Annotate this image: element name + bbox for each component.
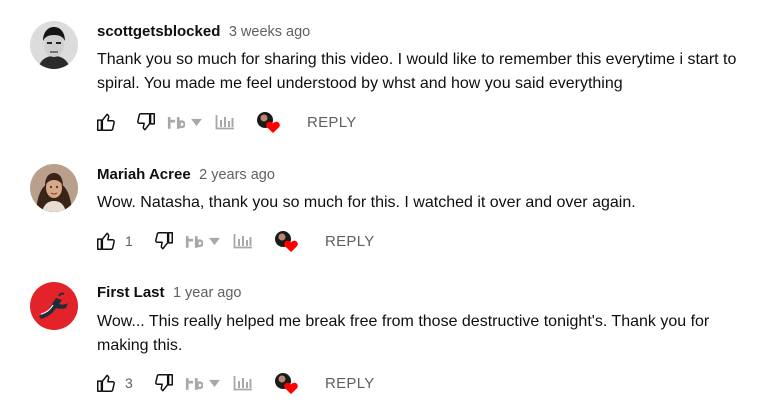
thumbs-up-icon — [95, 230, 117, 252]
comment-header: Mariah Acree 2 years ago — [97, 166, 275, 184]
reply-label: REPLY — [325, 374, 375, 392]
like-count: 1 — [125, 233, 133, 249]
creator-heart[interactable] — [274, 229, 300, 253]
comment-header: First Last 1 year ago — [97, 284, 242, 302]
creator-heart[interactable] — [274, 371, 300, 395]
tubebuddy-button[interactable] — [167, 110, 202, 134]
stats-button[interactable] — [215, 110, 235, 134]
creator-heart-icon — [257, 112, 280, 133]
comment-text: Wow... This really helped me break free … — [97, 313, 710, 354]
dislike-button[interactable] — [135, 110, 157, 134]
bar-chart-icon — [233, 233, 253, 249]
reply-button[interactable]: REPLY — [307, 110, 357, 134]
thumbs-down-icon — [153, 372, 175, 394]
avatar[interactable] — [30, 164, 78, 212]
comment-timestamp[interactable]: 2 years ago — [199, 167, 275, 183]
comment-text: Thank you so much for sharing this video… — [97, 51, 737, 92]
comment-timestamp[interactable]: 1 year ago — [173, 285, 242, 301]
comment-thread: Mariah Acree 2 years ago Wow. Natasha, t… — [0, 150, 768, 270]
tubebuddy-button[interactable] — [185, 371, 220, 395]
tubebuddy-icon — [185, 376, 203, 391]
stats-button[interactable] — [233, 229, 253, 253]
author-name[interactable]: First Last — [97, 284, 165, 301]
caret-down-icon — [209, 237, 220, 246]
stats-button[interactable] — [233, 371, 253, 395]
author-name[interactable]: scottgetsblocked — [97, 23, 220, 40]
thumbs-down-icon — [135, 111, 157, 133]
reply-button[interactable]: REPLY — [325, 371, 375, 395]
dislike-button[interactable] — [153, 371, 175, 395]
comment-timestamp[interactable]: 3 weeks ago — [229, 24, 310, 40]
comment-header: scottgetsblocked 3 weeks ago — [97, 23, 310, 41]
reply-label: REPLY — [325, 232, 375, 250]
like-count: 3 — [125, 375, 133, 391]
reply-button[interactable]: REPLY — [325, 229, 375, 253]
bar-chart-icon — [215, 114, 235, 130]
thumbs-up-icon — [95, 111, 117, 133]
caret-down-icon — [209, 379, 220, 388]
thumbs-down-icon — [153, 230, 175, 252]
bar-chart-icon — [233, 375, 253, 391]
tubebuddy-button[interactable] — [185, 229, 220, 253]
like-button[interactable]: 1 — [95, 229, 133, 253]
reply-label: REPLY — [307, 113, 357, 131]
tubebuddy-icon — [167, 115, 185, 130]
comment-thread: First Last 1 year ago Wow... This really… — [0, 270, 768, 406]
author-name[interactable]: Mariah Acree — [97, 166, 191, 183]
thumbs-up-icon — [95, 372, 117, 394]
caret-down-icon — [191, 118, 202, 127]
like-button[interactable] — [95, 110, 117, 134]
avatar[interactable] — [30, 21, 78, 69]
tubebuddy-icon — [185, 234, 203, 249]
creator-heart-icon — [275, 231, 298, 252]
avatar[interactable] — [30, 282, 78, 330]
comment-thread: scottgetsblocked 3 weeks ago Thank you s… — [0, 0, 768, 150]
comment-text: Wow. Natasha, thank you so much for this… — [97, 194, 636, 211]
like-button[interactable]: 3 — [95, 371, 133, 395]
creator-heart[interactable] — [256, 110, 282, 134]
creator-heart-icon — [275, 373, 298, 394]
dislike-button[interactable] — [153, 229, 175, 253]
